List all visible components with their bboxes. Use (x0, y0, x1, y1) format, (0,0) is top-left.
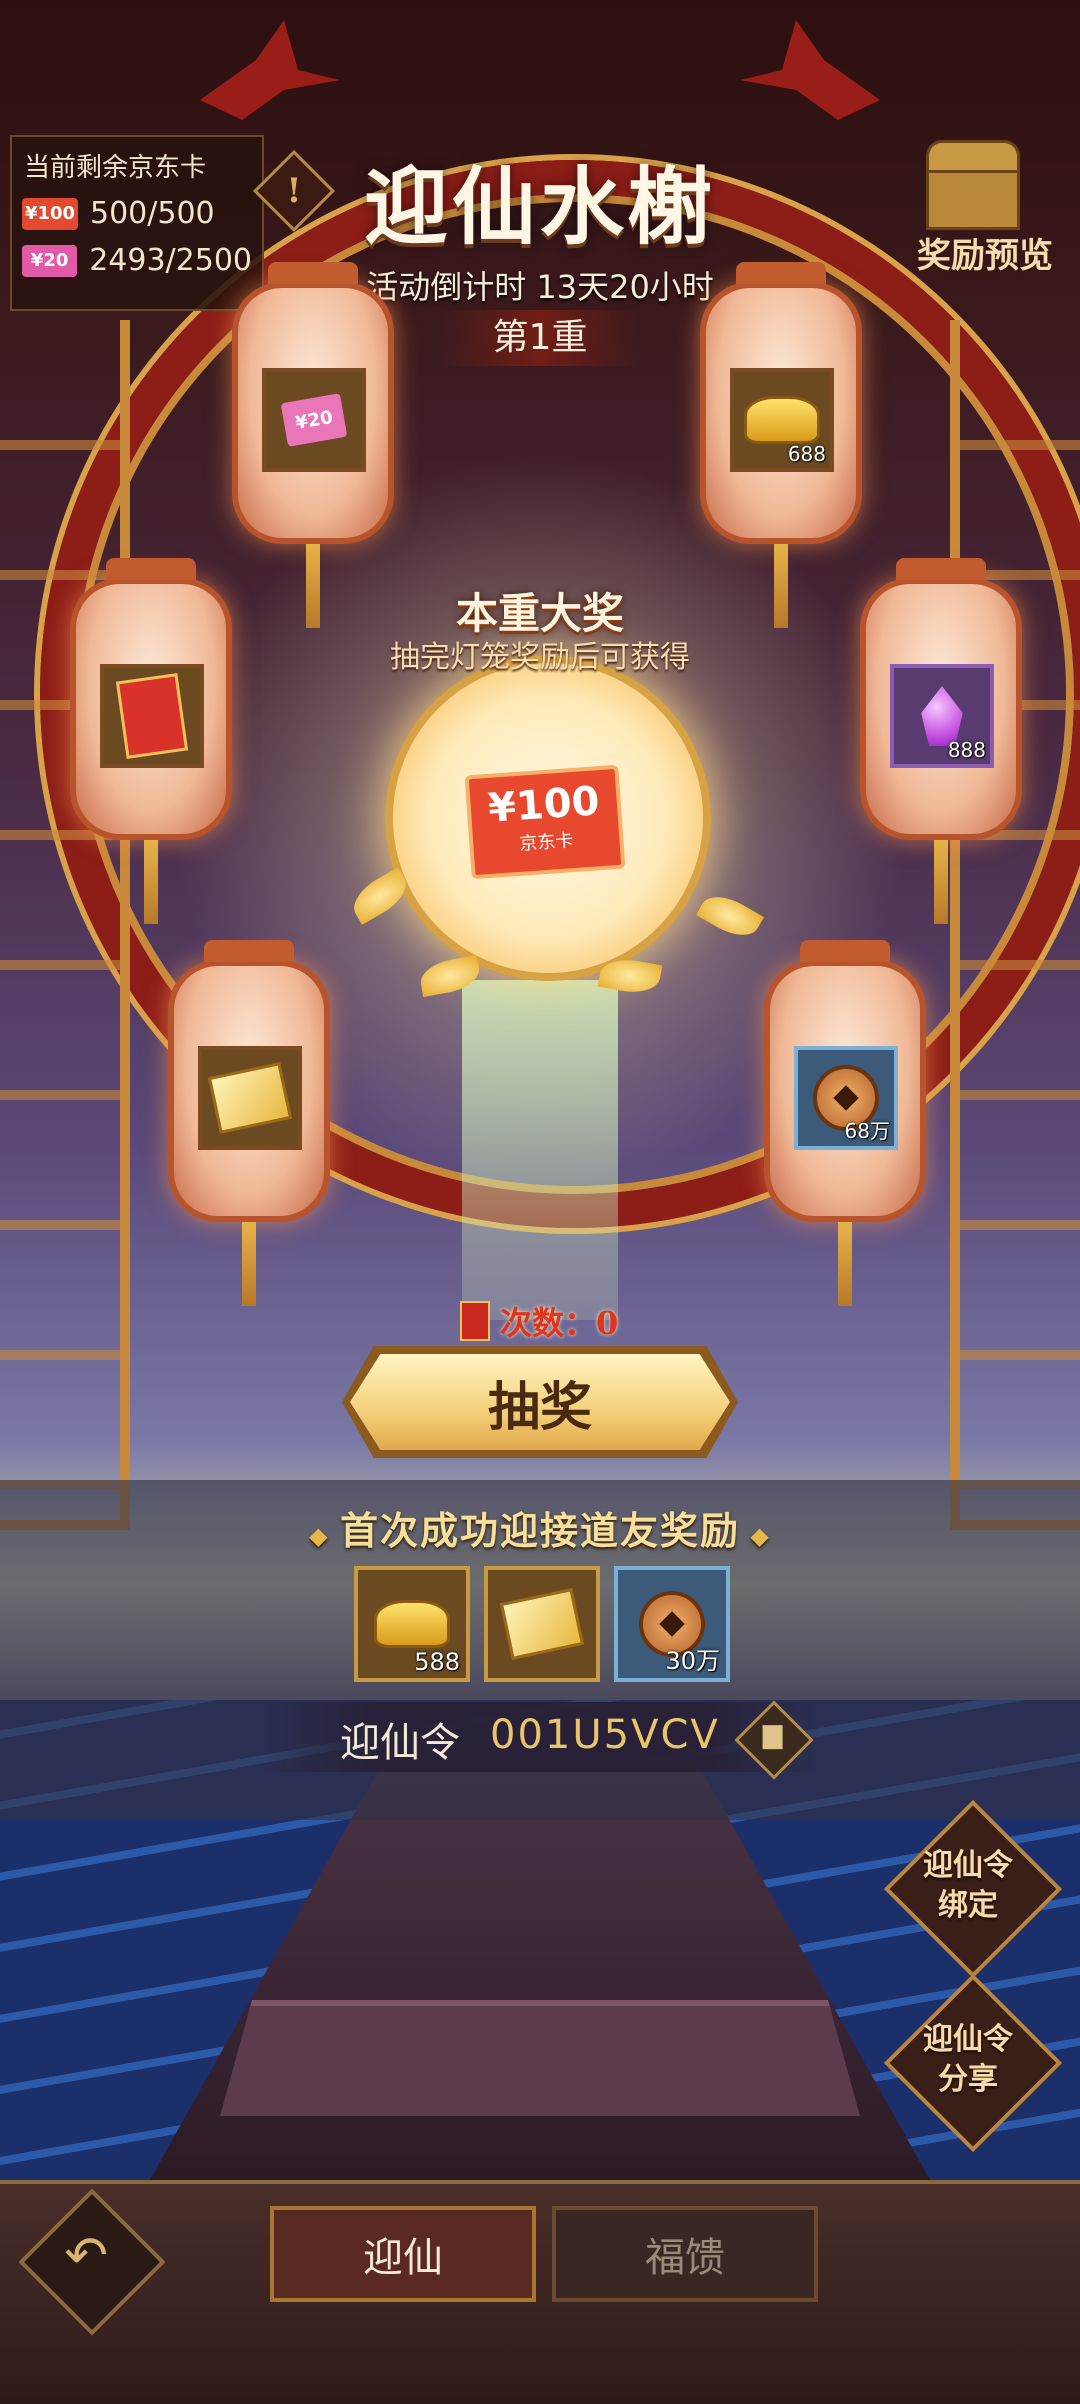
left-lattice (0, 320, 130, 1530)
countdown-text: 活动倒计时 13天20小时 (366, 268, 714, 306)
jd-card-100-icon[interactable]: ¥100 京东卡 (464, 764, 626, 880)
stock-value-20: 2493/2500 (89, 243, 252, 278)
gold-ingot-icon (744, 396, 820, 444)
lantern-reward-slot: 68万 (794, 1046, 898, 1150)
lantern-6[interactable]: 68万 (764, 940, 926, 1306)
diamond-ornament-icon: ◆ (740, 1522, 771, 1550)
lantern-reward-slot: ¥20 (262, 368, 366, 472)
lantern-3[interactable] (70, 558, 232, 924)
lantern-reward-slot (100, 664, 204, 768)
reward-quantity: 688 (787, 442, 826, 466)
jd-card-100-icon: ¥100 (22, 197, 78, 230)
stock-value-100: 500/500 (90, 196, 215, 231)
reward-quantity: 68万 (844, 1119, 890, 1143)
share-code-line1: 迎仙令 (923, 2022, 1013, 2057)
jd-card-20-icon: ¥20 (22, 244, 78, 277)
reward-quantity: 888 (947, 738, 986, 762)
tab-fukui[interactable]: 福馈 (552, 2206, 818, 2302)
bind-code-button[interactable]: 迎仙令 绑定 (898, 1846, 1038, 1926)
share-code-button[interactable]: 迎仙令 分享 (898, 2020, 1038, 2100)
lantern-reward-slot: 888 (890, 664, 994, 768)
share-code-line2: 分享 (938, 2062, 998, 2097)
draw-count-label: 次数：0 (500, 1304, 619, 1342)
purple-crystal-icon (921, 686, 963, 746)
red-envelope-icon (460, 1301, 490, 1341)
gold-ticket-icon (207, 1061, 293, 1135)
page-title: 迎仙水榭 (363, 157, 716, 256)
first-reward-title: ◆ 首次成功迎接道友奖励 ◆ (0, 1500, 1080, 1555)
light-beam (462, 980, 618, 1320)
lantern-4[interactable]: 888 (860, 558, 1022, 924)
boat-seat (220, 2000, 860, 2116)
invite-code-value: 001U5VCV (490, 1712, 720, 1758)
stock-row-20: ¥20 2493/2500 (12, 237, 262, 284)
first-reward-item[interactable]: 30万 (614, 1566, 730, 1682)
reward-quantity: 588 (414, 1648, 460, 1676)
lantern-5[interactable] (168, 940, 330, 1306)
grand-prize-subtitle: 抽完灯笼奖励后可获得 (390, 640, 690, 675)
chest-box (926, 170, 1020, 230)
treasure-chest-icon[interactable] (920, 140, 1020, 230)
first-reward-item[interactable] (484, 1566, 600, 1682)
draw-button[interactable]: 抽奖 (350, 1354, 730, 1450)
right-lattice (950, 320, 1080, 1530)
first-reward-title-text: 首次成功迎接道友奖励 (339, 1509, 740, 1553)
gold-ticket-icon (499, 1587, 585, 1661)
first-reward-item[interactable]: 588 (354, 1566, 470, 1682)
jd-card-stock-panel: 当前剩余京东卡 ¥100 500/500 ¥20 2493/2500 (10, 135, 264, 311)
draw-count: 次数：0 (460, 1296, 660, 1346)
back-arrow-icon: ↶ (64, 2226, 108, 2287)
stock-row-100: ¥100 500/500 (12, 190, 262, 237)
lantern-reward-slot: 688 (730, 368, 834, 472)
diamond-ornament-icon: ◆ (309, 1522, 340, 1550)
gold-ingot-icon (374, 1600, 450, 1648)
tier-label: 第1重 (440, 310, 640, 366)
tab-yingxian[interactable]: 迎仙 (270, 2206, 536, 2302)
bind-code-line1: 迎仙令 (923, 1848, 1013, 1883)
invite-code-label: 迎仙令 (340, 1720, 460, 1766)
lantern-reward-slot (198, 1046, 302, 1150)
lantern-2[interactable]: 688 (700, 262, 862, 628)
stock-title: 当前剩余京东卡 (24, 153, 207, 183)
bind-code-line2: 绑定 (938, 1888, 998, 1923)
jd-card-20-icon: ¥20 (280, 393, 348, 447)
lantern-1[interactable]: ¥20 (232, 262, 394, 628)
reward-quantity: 30万 (665, 1647, 720, 1675)
reward-preview-button[interactable]: 奖励预览 (900, 228, 1070, 277)
bottom-bar (0, 2180, 1080, 2404)
red-envelope-icon (115, 673, 189, 759)
